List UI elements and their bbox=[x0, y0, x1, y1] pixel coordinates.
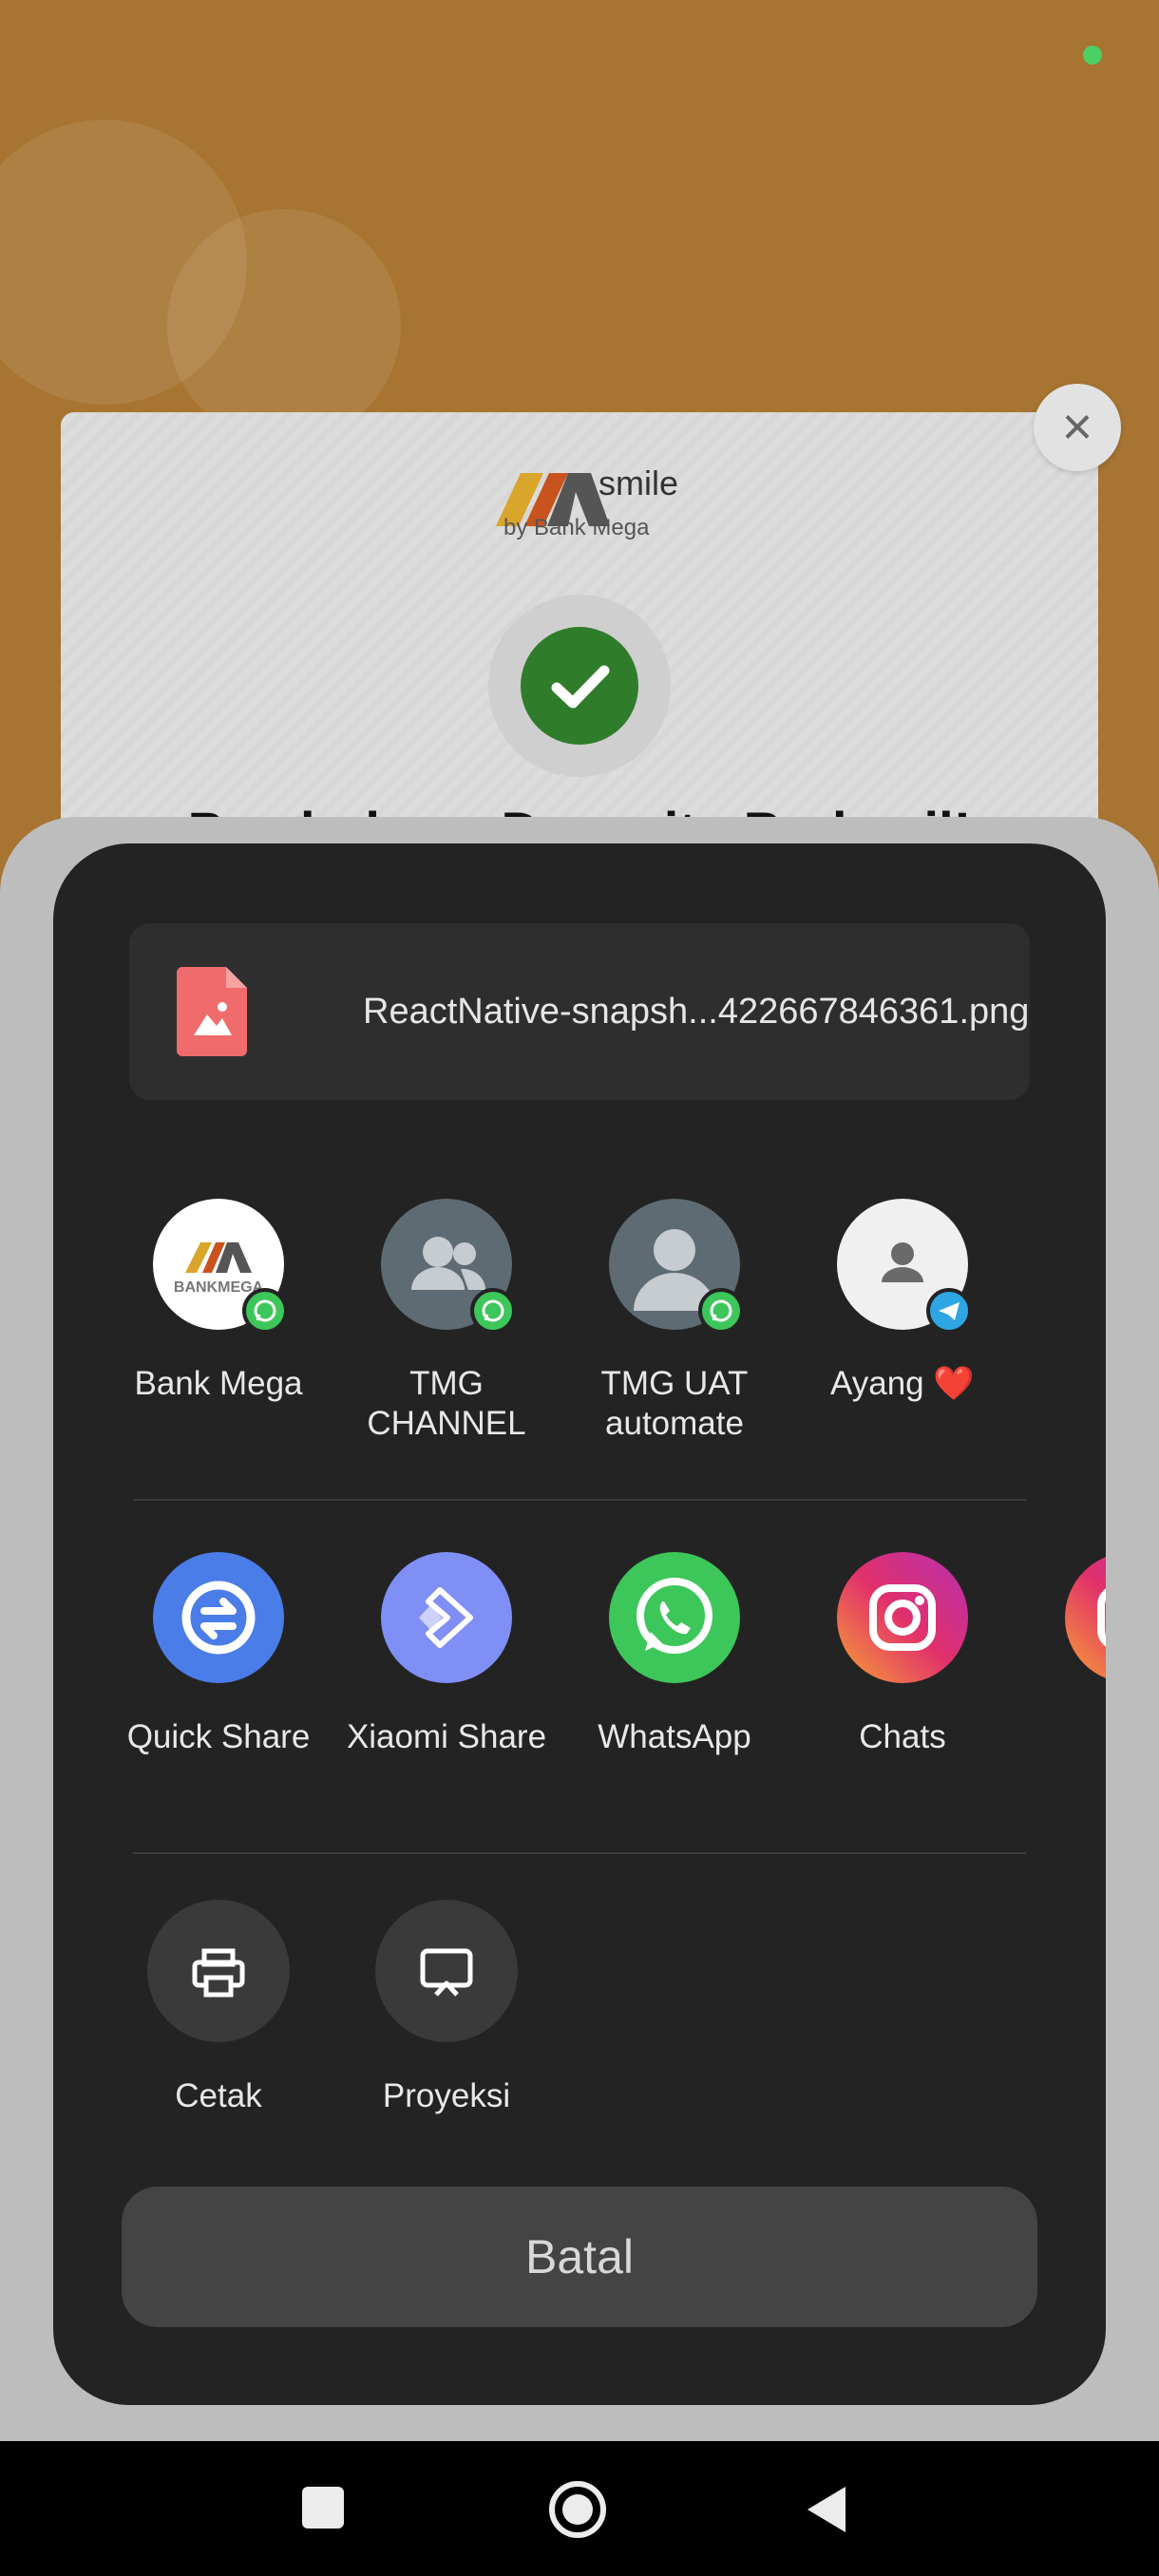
avatar bbox=[381, 1199, 516, 1334]
contact-label: TMG CHANNEL bbox=[367, 1365, 526, 1442]
app-label: F bbox=[1026, 1717, 1106, 1757]
file-name: ReactNative-snapsh...422667846361.png bbox=[363, 992, 1030, 1032]
cancel-button[interactable]: Batal bbox=[122, 2187, 1037, 2327]
app-instagram-partial[interactable]: F bbox=[1026, 1552, 1106, 1757]
status-indicator-dot bbox=[1083, 46, 1102, 65]
avatar bbox=[837, 1199, 972, 1334]
avatar: BANKMEGA bbox=[153, 1199, 288, 1334]
contact-tmg-uat[interactable]: TMG UAT automate bbox=[570, 1199, 779, 1444]
image-file-icon bbox=[177, 967, 247, 1056]
contact-label: Bank Mega bbox=[134, 1365, 303, 1402]
xiaomi-share-icon bbox=[381, 1552, 512, 1683]
app-label: Quick Share bbox=[126, 1718, 311, 1755]
decorative-circle bbox=[167, 209, 401, 443]
action-print[interactable]: Cetak bbox=[114, 1900, 323, 2116]
home-icon[interactable] bbox=[549, 2481, 606, 2538]
success-badge bbox=[488, 595, 671, 777]
action-label: Proyeksi bbox=[382, 2077, 511, 2114]
divider bbox=[133, 1852, 1026, 1854]
instagram-icon bbox=[837, 1552, 968, 1683]
back-icon[interactable] bbox=[804, 2483, 849, 2536]
contact-label: Ayang ❤️ bbox=[830, 1365, 975, 1402]
whatsapp-badge-icon bbox=[242, 1288, 288, 1334]
action-cast[interactable]: Proyeksi bbox=[342, 1900, 551, 2116]
app-xiaomi-share[interactable]: Xiaomi Share bbox=[342, 1552, 551, 1757]
app-label: WhatsApp bbox=[598, 1718, 751, 1755]
brand-word: smile bbox=[598, 464, 679, 502]
contact-label: TMG UAT automate bbox=[600, 1365, 749, 1442]
printer-icon bbox=[147, 1900, 290, 2042]
close-icon[interactable]: × bbox=[1034, 384, 1121, 471]
contact-tmg-channel[interactable]: TMG CHANNEL bbox=[342, 1199, 551, 1444]
telegram-badge-icon bbox=[926, 1288, 972, 1334]
checkmark-icon bbox=[551, 665, 610, 709]
instagram-icon bbox=[1065, 1552, 1106, 1683]
cast-icon bbox=[375, 1900, 518, 2042]
whatsapp-icon bbox=[609, 1552, 740, 1683]
app-label: Chats bbox=[859, 1718, 946, 1755]
whatsapp-badge-icon bbox=[470, 1288, 516, 1334]
action-label: Cetak bbox=[175, 2077, 262, 2114]
brand-subtitle: by Bank Mega bbox=[504, 515, 650, 540]
divider bbox=[133, 1499, 1026, 1501]
shared-file-card: ReactNative-snapsh...422667846361.png bbox=[129, 923, 1030, 1100]
recents-icon[interactable] bbox=[302, 2487, 344, 2529]
system-nav-bar bbox=[0, 2441, 1159, 2576]
avatar bbox=[609, 1199, 744, 1334]
contact-bank-mega[interactable]: BANKMEGA Bank Mega bbox=[114, 1199, 323, 1404]
app-label: Xiaomi Share bbox=[346, 1718, 547, 1755]
app-whatsapp[interactable]: WhatsApp bbox=[570, 1552, 779, 1757]
contact-ayang[interactable]: Ayang ❤️ bbox=[798, 1199, 1007, 1404]
app-instagram-chats[interactable]: Chats bbox=[798, 1552, 1007, 1757]
whatsapp-badge-icon bbox=[698, 1288, 744, 1334]
share-sheet: ReactNative-snapsh...422667846361.png BA… bbox=[53, 843, 1106, 2405]
quick-share-icon bbox=[153, 1552, 284, 1683]
app-quick-share[interactable]: Quick Share bbox=[114, 1552, 323, 1757]
